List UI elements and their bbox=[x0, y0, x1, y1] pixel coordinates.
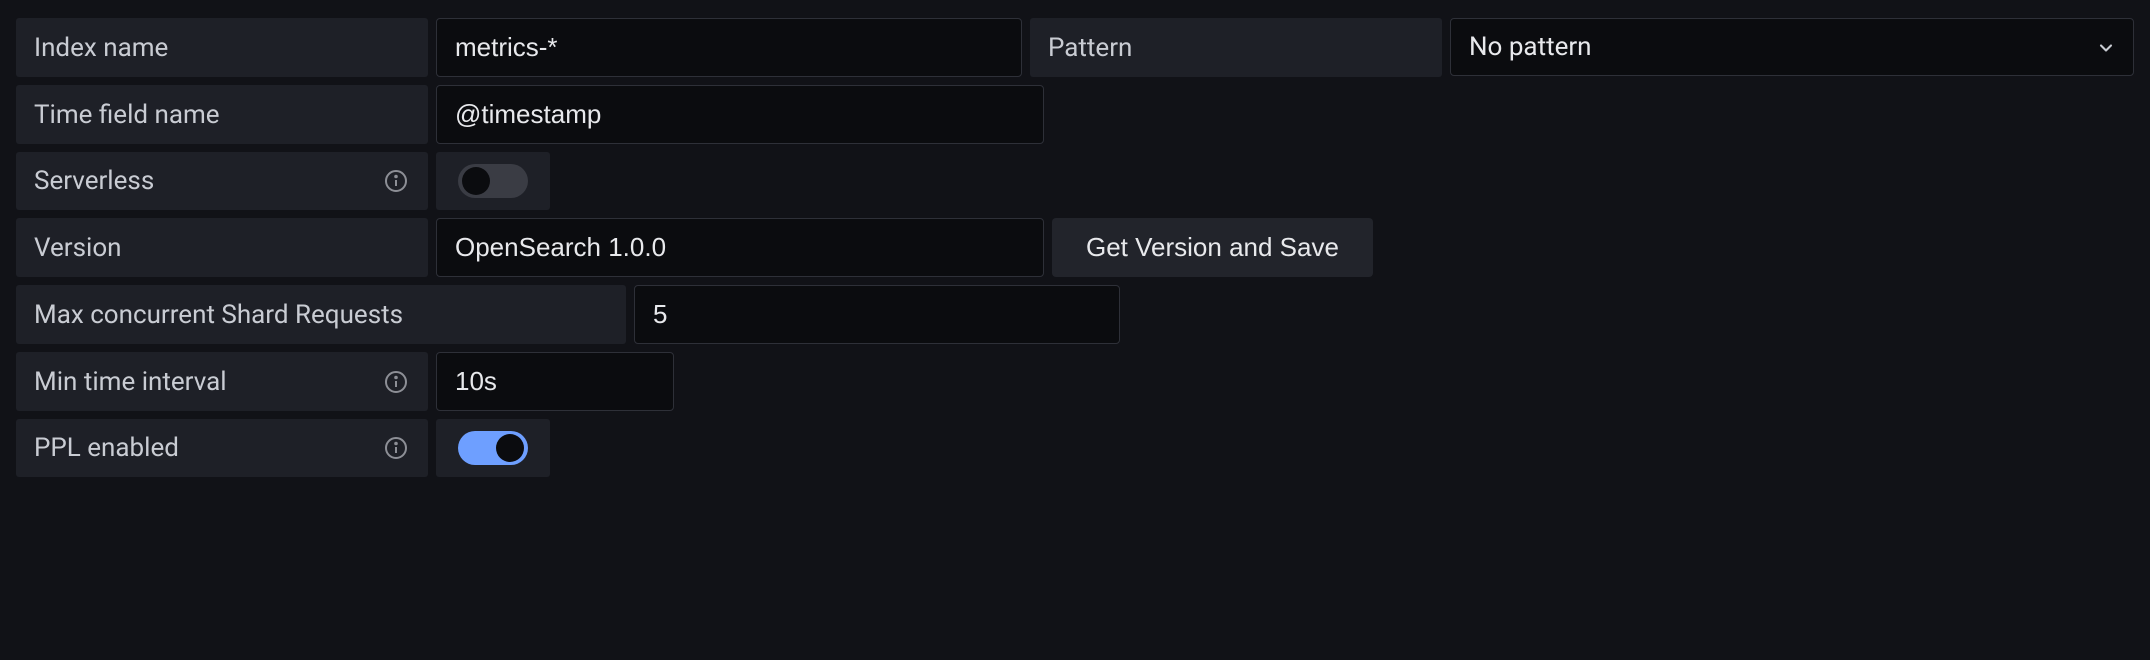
label-text: Serverless bbox=[34, 166, 154, 196]
settings-form: Index name Pattern No pattern Time field… bbox=[0, 0, 2150, 495]
label-text: Max concurrent Shard Requests bbox=[34, 300, 403, 330]
row-version: Version Get Version and Save bbox=[16, 218, 2134, 277]
info-icon[interactable] bbox=[382, 167, 410, 195]
ppl-enabled-toggle[interactable] bbox=[458, 431, 528, 465]
pattern-select[interactable]: No pattern bbox=[1450, 18, 2134, 76]
toggle-knob bbox=[462, 167, 490, 195]
info-icon[interactable] bbox=[382, 434, 410, 462]
min-time-interval-label: Min time interval bbox=[16, 352, 428, 411]
row-index-name: Index name Pattern No pattern bbox=[16, 18, 2134, 77]
label-text: PPL enabled bbox=[34, 433, 179, 463]
pattern-label: Pattern bbox=[1030, 18, 1442, 77]
max-concurrent-shard-requests-label: Max concurrent Shard Requests bbox=[16, 285, 626, 344]
row-time-field-name: Time field name bbox=[16, 85, 2134, 144]
row-min-time-interval: Min time interval bbox=[16, 352, 2134, 411]
index-name-label: Index name bbox=[16, 18, 428, 77]
max-concurrent-shard-requests-input[interactable] bbox=[634, 285, 1120, 344]
label-text: Time field name bbox=[34, 100, 220, 130]
serverless-label: Serverless bbox=[16, 152, 428, 210]
pattern-select-wrap: No pattern bbox=[1450, 18, 2134, 77]
ppl-enabled-label: PPL enabled bbox=[16, 419, 428, 477]
label-text: Min time interval bbox=[34, 367, 227, 397]
min-time-interval-input[interactable] bbox=[436, 352, 674, 411]
serverless-toggle-cell bbox=[436, 152, 550, 210]
version-input[interactable] bbox=[436, 218, 1044, 277]
time-field-name-label: Time field name bbox=[16, 85, 428, 144]
row-max-concurrent-shard-requests: Max concurrent Shard Requests bbox=[16, 285, 2134, 344]
version-label: Version bbox=[16, 218, 428, 277]
serverless-toggle[interactable] bbox=[458, 164, 528, 198]
index-name-input[interactable] bbox=[436, 18, 1022, 77]
pattern-selected-value: No pattern bbox=[1469, 32, 1592, 62]
label-text: Pattern bbox=[1048, 33, 1132, 63]
info-icon[interactable] bbox=[382, 368, 410, 396]
time-field-name-input[interactable] bbox=[436, 85, 1044, 144]
toggle-knob bbox=[496, 434, 524, 462]
label-text: Index name bbox=[34, 33, 168, 63]
label-text: Version bbox=[34, 233, 122, 263]
row-serverless: Serverless bbox=[16, 152, 2134, 210]
get-version-and-save-button[interactable]: Get Version and Save bbox=[1052, 218, 1373, 277]
ppl-enabled-toggle-cell bbox=[436, 419, 550, 477]
row-ppl-enabled: PPL enabled bbox=[16, 419, 2134, 477]
